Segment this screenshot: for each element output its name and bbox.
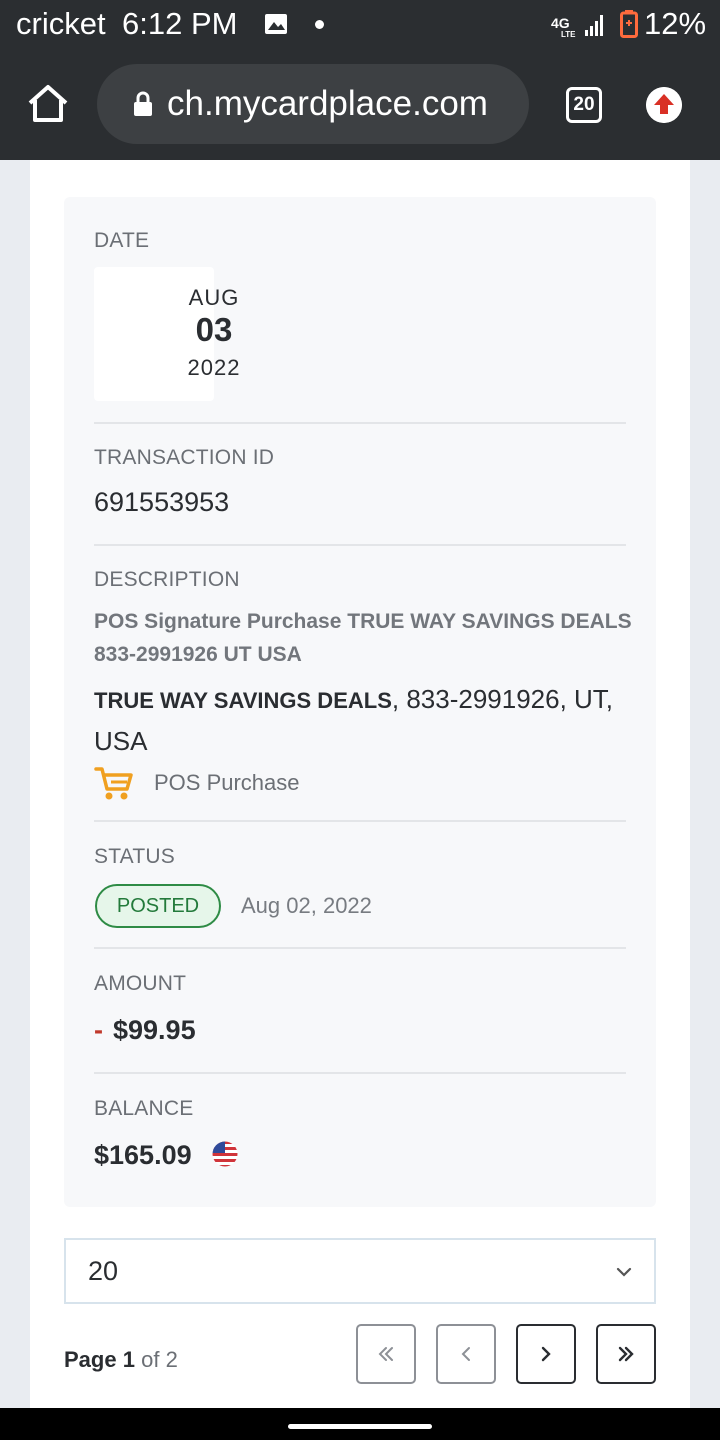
of-word: of: [141, 1347, 160, 1372]
lte-signal-icon: 4G LTE: [551, 15, 603, 38]
transaction-id-value: 691553953: [94, 487, 230, 517]
total-pages: 2: [165, 1347, 178, 1372]
status-label: STATUS: [94, 845, 175, 868]
amount: - $99.95: [94, 1015, 196, 1046]
chevron-right-icon: [541, 1346, 551, 1362]
balance-value: $165.09: [94, 1140, 192, 1170]
divider: [94, 947, 626, 949]
first-page-button[interactable]: [356, 1324, 416, 1384]
double-chevron-left-icon: [378, 1347, 393, 1361]
more-notifications-dot-icon: [315, 20, 324, 29]
chevron-down-icon: [616, 1267, 632, 1277]
description-label: DESCRIPTION: [94, 568, 240, 591]
balance-label: BALANCE: [94, 1097, 194, 1120]
date-day: 03: [195, 311, 233, 348]
last-page-button[interactable]: [596, 1324, 656, 1384]
browser-toolbar: сh.mycardplace.com 20: [0, 52, 720, 160]
amount-value: $99.95: [113, 1015, 196, 1045]
tab-switcher-button[interactable]: 20: [566, 87, 602, 123]
description-raw: POS Signature Purchase TRUE WAY SAVINGS …: [94, 610, 632, 666]
home-gesture-handle[interactable]: [288, 1424, 432, 1429]
divider: [94, 820, 626, 822]
divider: [94, 544, 626, 546]
page-size-value: 20: [88, 1256, 119, 1286]
transaction-category: POS Purchase: [154, 770, 300, 795]
next-page-button[interactable]: [516, 1324, 576, 1384]
current-page: 1: [122, 1347, 135, 1372]
amount-sign: -: [94, 1015, 103, 1045]
transactions-card: DATE AUG 03 2022 TRANSACTION ID 69155395…: [30, 160, 690, 1420]
system-navigation-bar: [0, 1408, 720, 1440]
status-badge: POSTED: [95, 884, 221, 928]
url-text: сh.mycardplace.com: [167, 84, 488, 123]
home-icon[interactable]: [26, 82, 70, 126]
divider: [94, 1072, 626, 1074]
svg-text:4G: 4G: [551, 15, 570, 31]
previous-page-button[interactable]: [436, 1324, 496, 1384]
double-chevron-right-icon: [618, 1346, 634, 1362]
page-size-select[interactable]: 20: [64, 1238, 656, 1304]
divider: [94, 422, 626, 424]
battery-low-icon: [620, 10, 638, 38]
gallery-notification-icon: [265, 14, 287, 34]
battery-percent: 12%: [644, 6, 707, 41]
date-year: 2022: [187, 355, 241, 380]
date-label: DATE: [94, 229, 150, 252]
date-tile: AUG 03 2022: [94, 267, 239, 401]
transaction-id-label: TRANSACTION ID: [94, 446, 275, 469]
date-month: AUG: [188, 285, 240, 310]
shopping-cart-icon: [94, 767, 133, 800]
page-indicator: Page 1 of 2: [64, 1347, 178, 1373]
merchant-info: TRUE WAY SAVINGS DEALS, 833-2991926, UT,…: [94, 679, 634, 761]
lock-icon: [134, 91, 152, 116]
us-flag-icon: [212, 1141, 238, 1167]
transaction-detail-panel: DATE AUG 03 2022 TRANSACTION ID 69155395…: [64, 197, 656, 1207]
svg-text:LTE: LTE: [561, 30, 576, 38]
address-bar[interactable]: сh.mycardplace.com: [97, 64, 529, 144]
clock: 6:12 PM: [122, 6, 238, 41]
amount-label: AMOUNT: [94, 972, 187, 995]
status-date: Aug 02, 2022: [241, 893, 372, 918]
chevron-left-icon: [461, 1347, 470, 1361]
carrier-name: cricket: [16, 6, 106, 41]
status-bar: cricket 6:12 PM 4G LTE 12%: [0, 0, 720, 52]
merchant-name: TRUE WAY SAVINGS DEALS: [94, 688, 392, 713]
page-word: Page: [64, 1347, 117, 1372]
browser-update-icon[interactable]: [646, 87, 682, 123]
